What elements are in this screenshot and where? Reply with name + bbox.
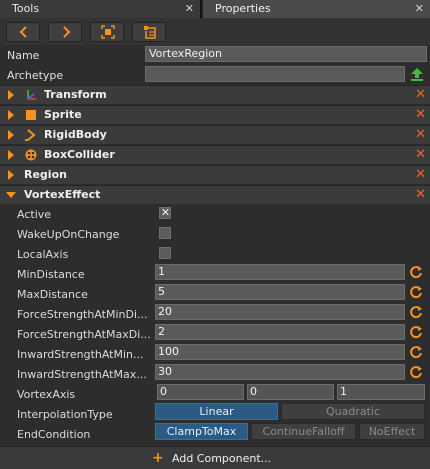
reset-icon[interactable]: [409, 365, 423, 379]
collapse-arrow-icon[interactable]: [6, 192, 16, 198]
endcondition-option-noeffect[interactable]: NoEffect: [359, 423, 425, 440]
reset-icon[interactable]: [409, 325, 423, 339]
active-label: Active: [17, 208, 52, 221]
wakeup-checkbox[interactable]: [159, 227, 171, 239]
maxdistance-label: MaxDistance: [17, 288, 88, 301]
remove-component-icon[interactable]: ✕: [415, 127, 426, 142]
forward-button[interactable]: [48, 22, 82, 42]
forward-icon: [63, 26, 71, 38]
sprite-icon: [26, 110, 36, 120]
component-transform[interactable]: Transform ✕: [0, 85, 430, 104]
rigidbody-icon: [25, 129, 36, 141]
tab-tools-label: Tools: [12, 2, 40, 15]
component-title: Transform: [44, 88, 107, 101]
expand-arrow-icon[interactable]: [8, 110, 14, 120]
interpolation-option-linear[interactable]: Linear: [155, 403, 278, 420]
forcemin-label: ForceStrengthAtMinDi...: [17, 308, 148, 321]
select-object-icon: [101, 25, 115, 39]
remove-component-icon[interactable]: ✕: [415, 147, 426, 162]
reset-icon[interactable]: [409, 305, 423, 319]
vortexaxis-x-input[interactable]: 0: [157, 384, 244, 400]
tab-properties[interactable]: Properties ✕: [203, 0, 430, 18]
name-label: Name: [7, 49, 40, 62]
expand-arrow-icon[interactable]: [8, 150, 14, 160]
inwardmin-label: InwardStrengthAtMin...: [17, 348, 144, 361]
active-checkbox[interactable]: ✕: [159, 206, 171, 219]
inwardmin-input[interactable]: 100: [155, 344, 405, 360]
reset-icon[interactable]: [409, 265, 423, 279]
archetype-input[interactable]: [145, 66, 405, 82]
toolbar: [0, 18, 430, 45]
history-icon: [144, 26, 156, 39]
archetype-label: Archetype: [7, 69, 64, 82]
select-object-button[interactable]: [90, 22, 124, 42]
vortexaxis-z-input[interactable]: 1: [337, 384, 425, 400]
history-button[interactable]: [132, 22, 166, 42]
tab-properties-label: Properties: [215, 2, 271, 15]
vortexaxis-label: VortexAxis: [17, 388, 76, 401]
forcemax-label: ForceStrengthAtMaxDi...: [17, 328, 151, 341]
remove-component-icon[interactable]: ✕: [415, 107, 426, 122]
component-title: Sprite: [44, 108, 82, 121]
add-component-button[interactable]: + Add Component...: [0, 446, 430, 469]
mindistance-input[interactable]: 1: [155, 264, 405, 280]
add-component-label: Add Component...: [172, 452, 272, 465]
tab-tools[interactable]: Tools ✕: [0, 0, 201, 18]
expand-arrow-icon[interactable]: [8, 170, 14, 180]
interpolation-option-quadratic[interactable]: Quadratic: [281, 403, 425, 420]
checkmark-icon: ✕: [160, 206, 171, 219]
inwardmax-input[interactable]: 30: [155, 364, 405, 380]
inwardmax-label: InwardStrengthAtMax...: [17, 368, 147, 381]
upload-icon[interactable]: [409, 66, 425, 82]
remove-component-icon[interactable]: ✕: [415, 187, 426, 202]
plus-icon: +: [152, 450, 164, 466]
component-title: Region: [24, 168, 67, 181]
forcemin-input[interactable]: 20: [155, 304, 405, 320]
tab-bar: Tools ✕ Properties ✕: [0, 0, 430, 18]
name-input[interactable]: VortexRegion: [145, 46, 427, 62]
component-title: VortexEffect: [24, 188, 101, 201]
forcemax-input[interactable]: 2: [155, 324, 405, 340]
expand-arrow-icon[interactable]: [8, 90, 14, 100]
vortexaxis-y-input[interactable]: 0: [247, 384, 334, 400]
component-vortexeffect[interactable]: VortexEffect ✕: [0, 185, 430, 204]
remove-component-icon[interactable]: ✕: [415, 167, 426, 182]
component-rigidbody[interactable]: RigidBody ✕: [0, 125, 430, 144]
endcondition-label: EndCondition: [17, 428, 91, 441]
back-button[interactable]: [6, 22, 40, 42]
reset-icon[interactable]: [409, 285, 423, 299]
component-sprite[interactable]: Sprite ✕: [0, 105, 430, 124]
reset-icon[interactable]: [409, 345, 423, 359]
component-region[interactable]: Region ✕: [0, 165, 430, 184]
component-title: BoxCollider: [44, 148, 115, 161]
endcondition-option-clamptomax[interactable]: ClampToMax: [155, 423, 248, 440]
transform-icon: [27, 90, 36, 100]
remove-component-icon[interactable]: ✕: [415, 87, 426, 102]
tab-tools-close-icon[interactable]: ✕: [185, 0, 194, 17]
boxcollider-icon: [25, 149, 37, 161]
interpolation-label: InterpolationType: [17, 408, 113, 421]
tab-properties-close-icon[interactable]: ✕: [415, 0, 424, 17]
expand-arrow-icon[interactable]: [8, 130, 14, 140]
back-icon: [19, 26, 27, 38]
component-boxcollider[interactable]: BoxCollider ✕: [0, 145, 430, 164]
component-title: RigidBody: [44, 128, 107, 141]
localaxis-checkbox[interactable]: [159, 247, 171, 259]
maxdistance-input[interactable]: 5: [155, 284, 405, 300]
mindistance-label: MinDistance: [17, 268, 85, 281]
endcondition-option-continuefalloff[interactable]: ContinueFalloff: [251, 423, 356, 440]
localaxis-label: LocalAxis: [17, 248, 69, 261]
wakeup-label: WakeUpOnChange: [17, 228, 120, 241]
